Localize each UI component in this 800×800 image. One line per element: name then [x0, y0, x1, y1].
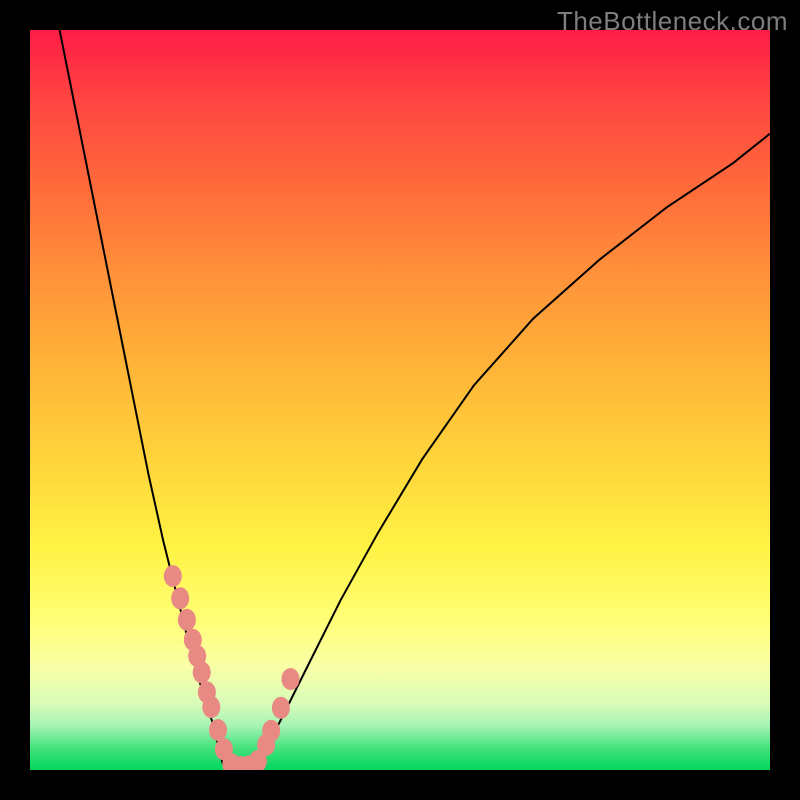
- highlight-dot: [262, 720, 280, 742]
- highlight-dot: [209, 719, 227, 741]
- highlight-dot: [171, 587, 189, 609]
- highlight-dots-group: [164, 565, 300, 770]
- highlight-dot: [202, 696, 220, 718]
- highlight-dot: [272, 697, 290, 719]
- highlight-dot: [164, 565, 182, 587]
- highlight-dot: [282, 668, 300, 690]
- chart-overlay: [30, 30, 770, 770]
- plot-area: [30, 30, 770, 770]
- highlight-dot: [193, 661, 211, 683]
- bottleneck-curve-right: [252, 134, 770, 770]
- highlight-dot: [178, 609, 196, 631]
- chart-frame: TheBottleneck.com: [0, 0, 800, 800]
